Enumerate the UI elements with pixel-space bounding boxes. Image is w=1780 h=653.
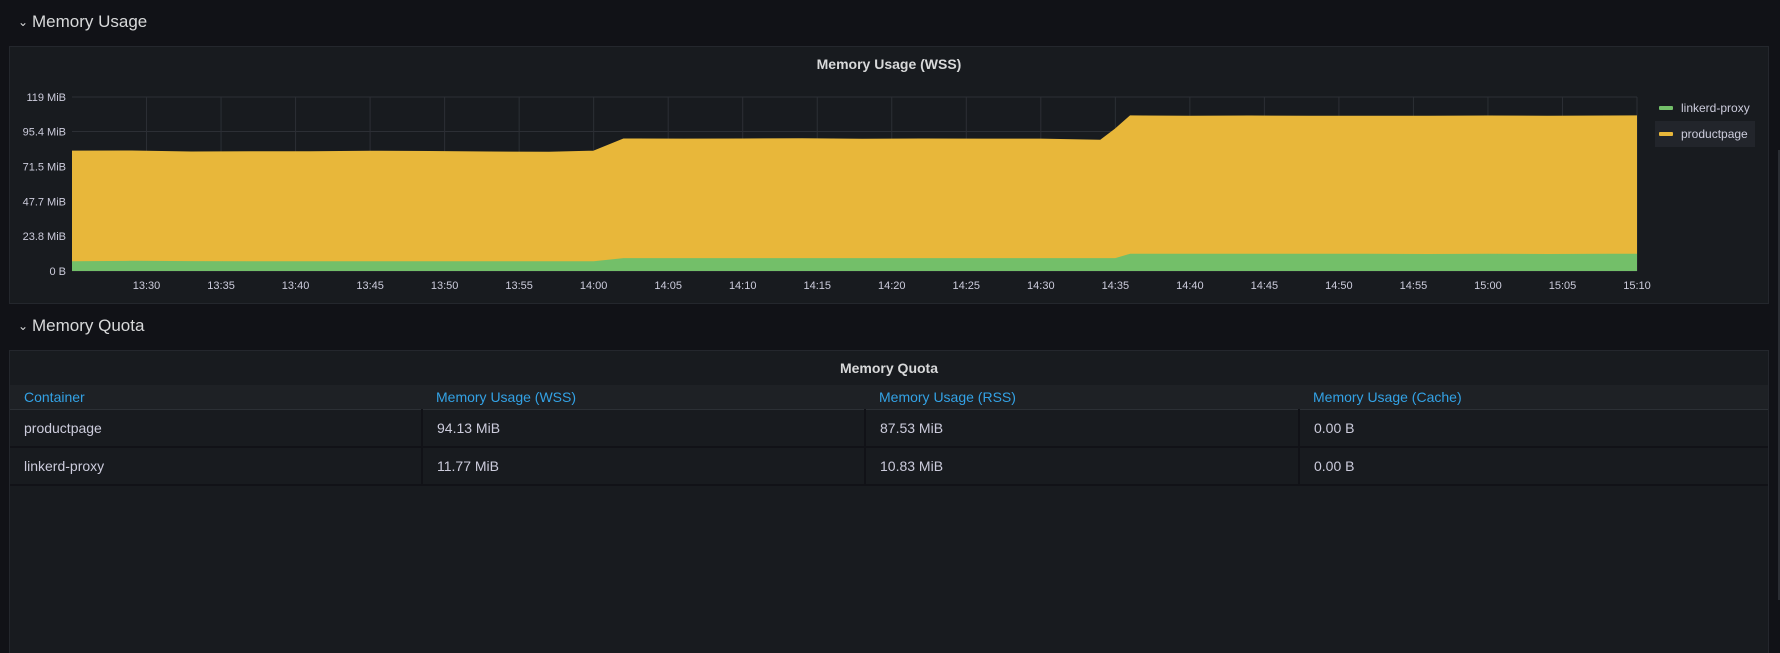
row-title: Memory Usage [32, 12, 148, 31]
cell-cache: 0.00 B [1299, 409, 1768, 448]
row-header-memory-usage[interactable]: ⌄ Memory Usage [18, 10, 147, 34]
column-header-rss[interactable]: Memory Usage (RSS) [865, 385, 1299, 410]
cell-container: linkerd-proxy [10, 447, 423, 486]
panel-title: Memory Usage (WSS) [816, 56, 962, 72]
legend-swatch [1659, 106, 1673, 110]
memory-quota-panel: Memory Quota Container Memory Usage (WSS… [9, 350, 1769, 653]
column-header-container[interactable]: Container [10, 385, 422, 410]
column-header-cache[interactable]: Memory Usage (Cache) [1299, 385, 1768, 410]
row-title: Memory Quota [32, 316, 145, 335]
cell-wss: 11.77 MiB [422, 447, 866, 486]
memory-usage-wss-panel: Memory Usage (WSS) [9, 46, 1769, 304]
cell-wss: 94.13 MiB [422, 409, 866, 448]
table-header-row: Container Memory Usage (WSS) Memory Usag… [10, 385, 1768, 410]
column-header-wss[interactable]: Memory Usage (WSS) [422, 385, 865, 410]
row-header-memory-quota[interactable]: ⌄ Memory Quota [18, 314, 144, 338]
cell-cache: 0.00 B [1299, 447, 1768, 486]
cell-rss: 87.53 MiB [865, 409, 1300, 448]
table-row: productpage 94.13 MiB 87.53 MiB 0.00 B [10, 409, 1768, 448]
legend-label: linkerd-proxy [1681, 101, 1750, 115]
chevron-down-icon: ⌄ [18, 15, 29, 29]
legend-label: productpage [1681, 127, 1748, 141]
legend-swatch [1659, 132, 1673, 136]
panel-title: Memory Quota [839, 360, 938, 376]
cell-container: productpage [10, 409, 423, 448]
legend-item-linkerd-proxy[interactable]: linkerd-proxy [1655, 95, 1755, 121]
legend-item-productpage[interactable]: productpage [1655, 121, 1755, 147]
cell-rss: 10.83 MiB [865, 447, 1300, 486]
table-row: linkerd-proxy 11.77 MiB 10.83 MiB 0.00 B [10, 447, 1768, 486]
chevron-down-icon: ⌄ [18, 319, 29, 333]
memory-quota-table: Container Memory Usage (WSS) Memory Usag… [10, 385, 1768, 486]
chart-legend: linkerd-proxy productpage [1655, 95, 1755, 147]
